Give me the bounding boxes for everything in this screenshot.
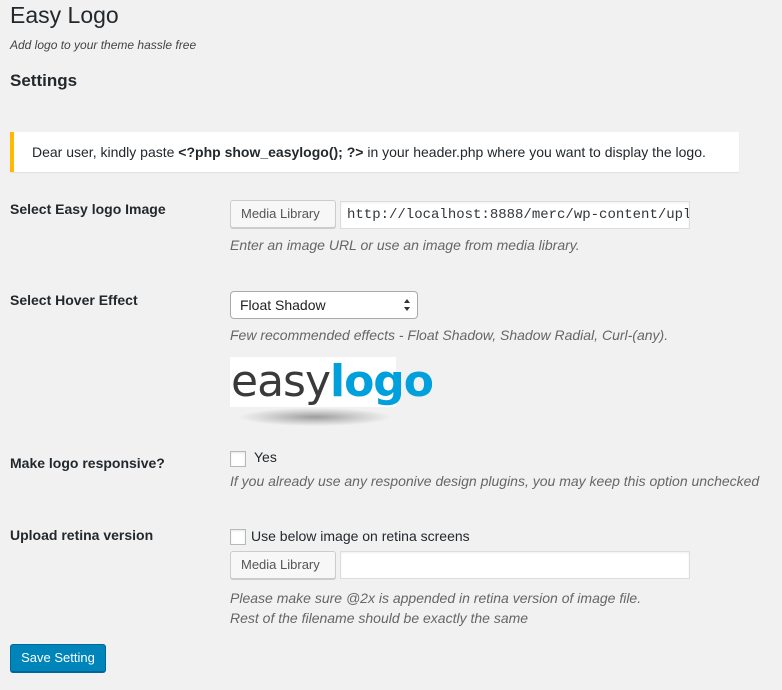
- logo-text-easy: easy: [231, 356, 331, 407]
- image-field-description: Enter an image URL or use an image from …: [230, 237, 580, 253]
- responsive-checkbox-label[interactable]: Yes: [254, 449, 277, 465]
- responsive-checkbox[interactable]: [230, 451, 246, 467]
- page-title: Easy Logo: [10, 2, 119, 28]
- notice-text-after: in your header.php where you want to dis…: [363, 144, 706, 160]
- retina-field-description-2: Rest of the filename should be exactly t…: [230, 610, 529, 626]
- hover-field-description: Few recommended effects - Float Shadow, …: [230, 327, 669, 343]
- retina-checkbox[interactable]: [230, 529, 246, 545]
- image-url-value: http://localhost:8888/merc/wp-content/up…: [347, 207, 690, 223]
- logo-preview-text: easylogo: [231, 360, 434, 404]
- logo-preview: easylogo: [230, 357, 434, 407]
- page-subtitle: Add logo to your theme hassle free: [10, 38, 197, 52]
- responsive-field-label: Make logo responsive?: [10, 455, 165, 471]
- logo-text-logo: logo: [330, 356, 434, 407]
- retina-media-library-button[interactable]: Media Library: [230, 551, 336, 579]
- section-title: Settings: [10, 71, 78, 90]
- image-url-input[interactable]: http://localhost:8888/merc/wp-content/up…: [340, 201, 690, 229]
- hover-effect-select[interactable]: Float Shadow: [230, 291, 418, 319]
- notice-code: <?php show_easylogo(); ?>: [178, 144, 364, 160]
- hover-effect-selected: Float Shadow: [240, 297, 326, 313]
- notice-box: Dear user, kindly paste <?php show_easyl…: [10, 132, 739, 172]
- retina-checkbox-label[interactable]: Use below image on retina screens: [251, 528, 470, 544]
- media-library-button[interactable]: Media Library: [230, 200, 336, 228]
- image-field-label: Select Easy logo Image: [10, 201, 166, 217]
- responsive-field-description: If you already use any responive design …: [230, 473, 760, 489]
- save-setting-button[interactable]: Save Setting: [10, 644, 106, 672]
- retina-field-description-1: Please make sure @2x is appended in reti…: [230, 590, 642, 606]
- logo-preview-shadow: [240, 408, 390, 426]
- select-arrows-icon: [404, 299, 410, 311]
- notice-text-before: Dear user, kindly paste: [32, 144, 179, 160]
- retina-field-label: Upload retina version: [10, 527, 154, 543]
- hover-field-label: Select Hover Effect: [10, 292, 138, 308]
- retina-url-input[interactable]: [340, 551, 690, 579]
